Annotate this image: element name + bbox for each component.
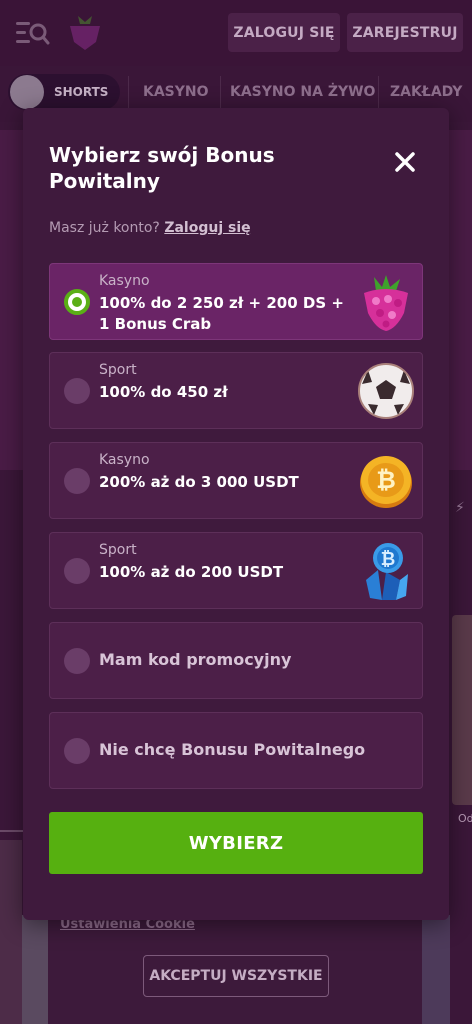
choose-bonus-button[interactable]: WYBIERZ bbox=[49, 812, 423, 874]
divider bbox=[0, 830, 24, 832]
soccer-ball-icon bbox=[358, 362, 414, 419]
register-button[interactable]: ZAREJESTRUJ bbox=[347, 13, 463, 52]
radio-selected[interactable] bbox=[64, 288, 90, 315]
close-icon[interactable] bbox=[391, 148, 419, 176]
bonus-option-sport-1[interactable]: Sport 100% do 450 zł bbox=[49, 352, 423, 429]
lightning-icon: ⚡ bbox=[455, 500, 465, 516]
nav-divider bbox=[378, 76, 379, 110]
svg-text:₿: ₿ bbox=[376, 466, 396, 494]
game-thumbnail bbox=[0, 840, 22, 1024]
game-thumbnail bbox=[422, 915, 450, 1024]
bonus-description: 100% aż do 200 USDT bbox=[99, 563, 284, 581]
bitcoin-crystal-icon: ₿ bbox=[366, 542, 408, 600]
raspberry-icon bbox=[364, 274, 408, 331]
nav-item-zaklady[interactable]: ZAKŁADY bbox=[390, 84, 462, 100]
shorts-avatar bbox=[10, 75, 44, 109]
no-bonus-option[interactable]: Nie chcę Bonusu Powitalnego bbox=[49, 712, 423, 789]
bonus-category: Kasyno bbox=[99, 273, 150, 289]
login-button[interactable]: ZALOGUJ SIĘ bbox=[228, 13, 340, 52]
bitcoin-coin-icon: ₿ bbox=[360, 455, 412, 508]
welcome-bonus-modal: Wybierz swój Bonus Powitalny Masz już ko… bbox=[23, 108, 449, 920]
bonus-category: Sport bbox=[99, 362, 137, 378]
login-prompt: Masz już konto? Zaloguj się bbox=[49, 220, 251, 236]
background-banner bbox=[448, 130, 472, 470]
svg-text:₿: ₿ bbox=[381, 549, 396, 570]
no-bonus-label: Nie chcę Bonusu Powitalnego bbox=[99, 740, 366, 759]
game-thumbnail bbox=[452, 615, 472, 805]
background-text: Od bbox=[458, 812, 472, 825]
bonus-option-casino-2[interactable]: Kasyno 200% aż do 3 000 USDT ₿ bbox=[49, 442, 423, 519]
radio-unselected[interactable] bbox=[64, 737, 90, 764]
promo-code-label: Mam kod promocyjny bbox=[99, 650, 292, 669]
bonus-option-casino-1[interactable]: Kasyno 100% do 2 250 zł + 200 DS + 1 Bon… bbox=[49, 263, 423, 340]
nav-divider bbox=[220, 76, 221, 110]
background-banner bbox=[0, 130, 24, 470]
bonus-category: Kasyno bbox=[99, 452, 150, 468]
menu-search-icon[interactable] bbox=[14, 18, 50, 48]
bonus-category: Sport bbox=[99, 542, 137, 558]
bonus-description: 100% do 450 zł bbox=[99, 383, 228, 401]
nav-divider bbox=[128, 76, 129, 110]
bonus-option-sport-2[interactable]: Sport 100% aż do 200 USDT ₿ bbox=[49, 532, 423, 609]
promo-code-option[interactable]: Mam kod promocyjny bbox=[49, 622, 423, 699]
login-prompt-text: Masz już konto? bbox=[49, 220, 160, 236]
login-link[interactable]: Zaloguj się bbox=[164, 220, 250, 236]
radio-unselected[interactable] bbox=[64, 467, 90, 494]
top-bar: ZALOGUJ SIĘ ZAREJESTRUJ bbox=[0, 0, 472, 66]
modal-title: Wybierz swój Bonus Powitalny bbox=[49, 143, 275, 193]
accept-all-cookies-button[interactable]: AKCEPTUJ WSZYSTKIE bbox=[143, 955, 329, 997]
shorts-button[interactable]: SHORTS bbox=[8, 74, 120, 110]
bonus-description: 100% do 2 250 zł + 200 DS + 1 Bonus Crab bbox=[99, 294, 344, 333]
bonus-description: 200% aż do 3 000 USDT bbox=[99, 473, 299, 491]
radio-unselected[interactable] bbox=[64, 377, 90, 404]
raspberry-logo-icon[interactable] bbox=[66, 12, 104, 52]
shorts-label: SHORTS bbox=[54, 85, 109, 99]
radio-unselected[interactable] bbox=[64, 647, 90, 674]
nav-item-kasyno[interactable]: KASYNO bbox=[143, 84, 209, 100]
game-thumbnail bbox=[22, 915, 48, 1024]
nav-item-kasyno-na-zywo[interactable]: KASYNO NA ŻYWO bbox=[230, 84, 375, 100]
radio-unselected[interactable] bbox=[64, 557, 90, 584]
